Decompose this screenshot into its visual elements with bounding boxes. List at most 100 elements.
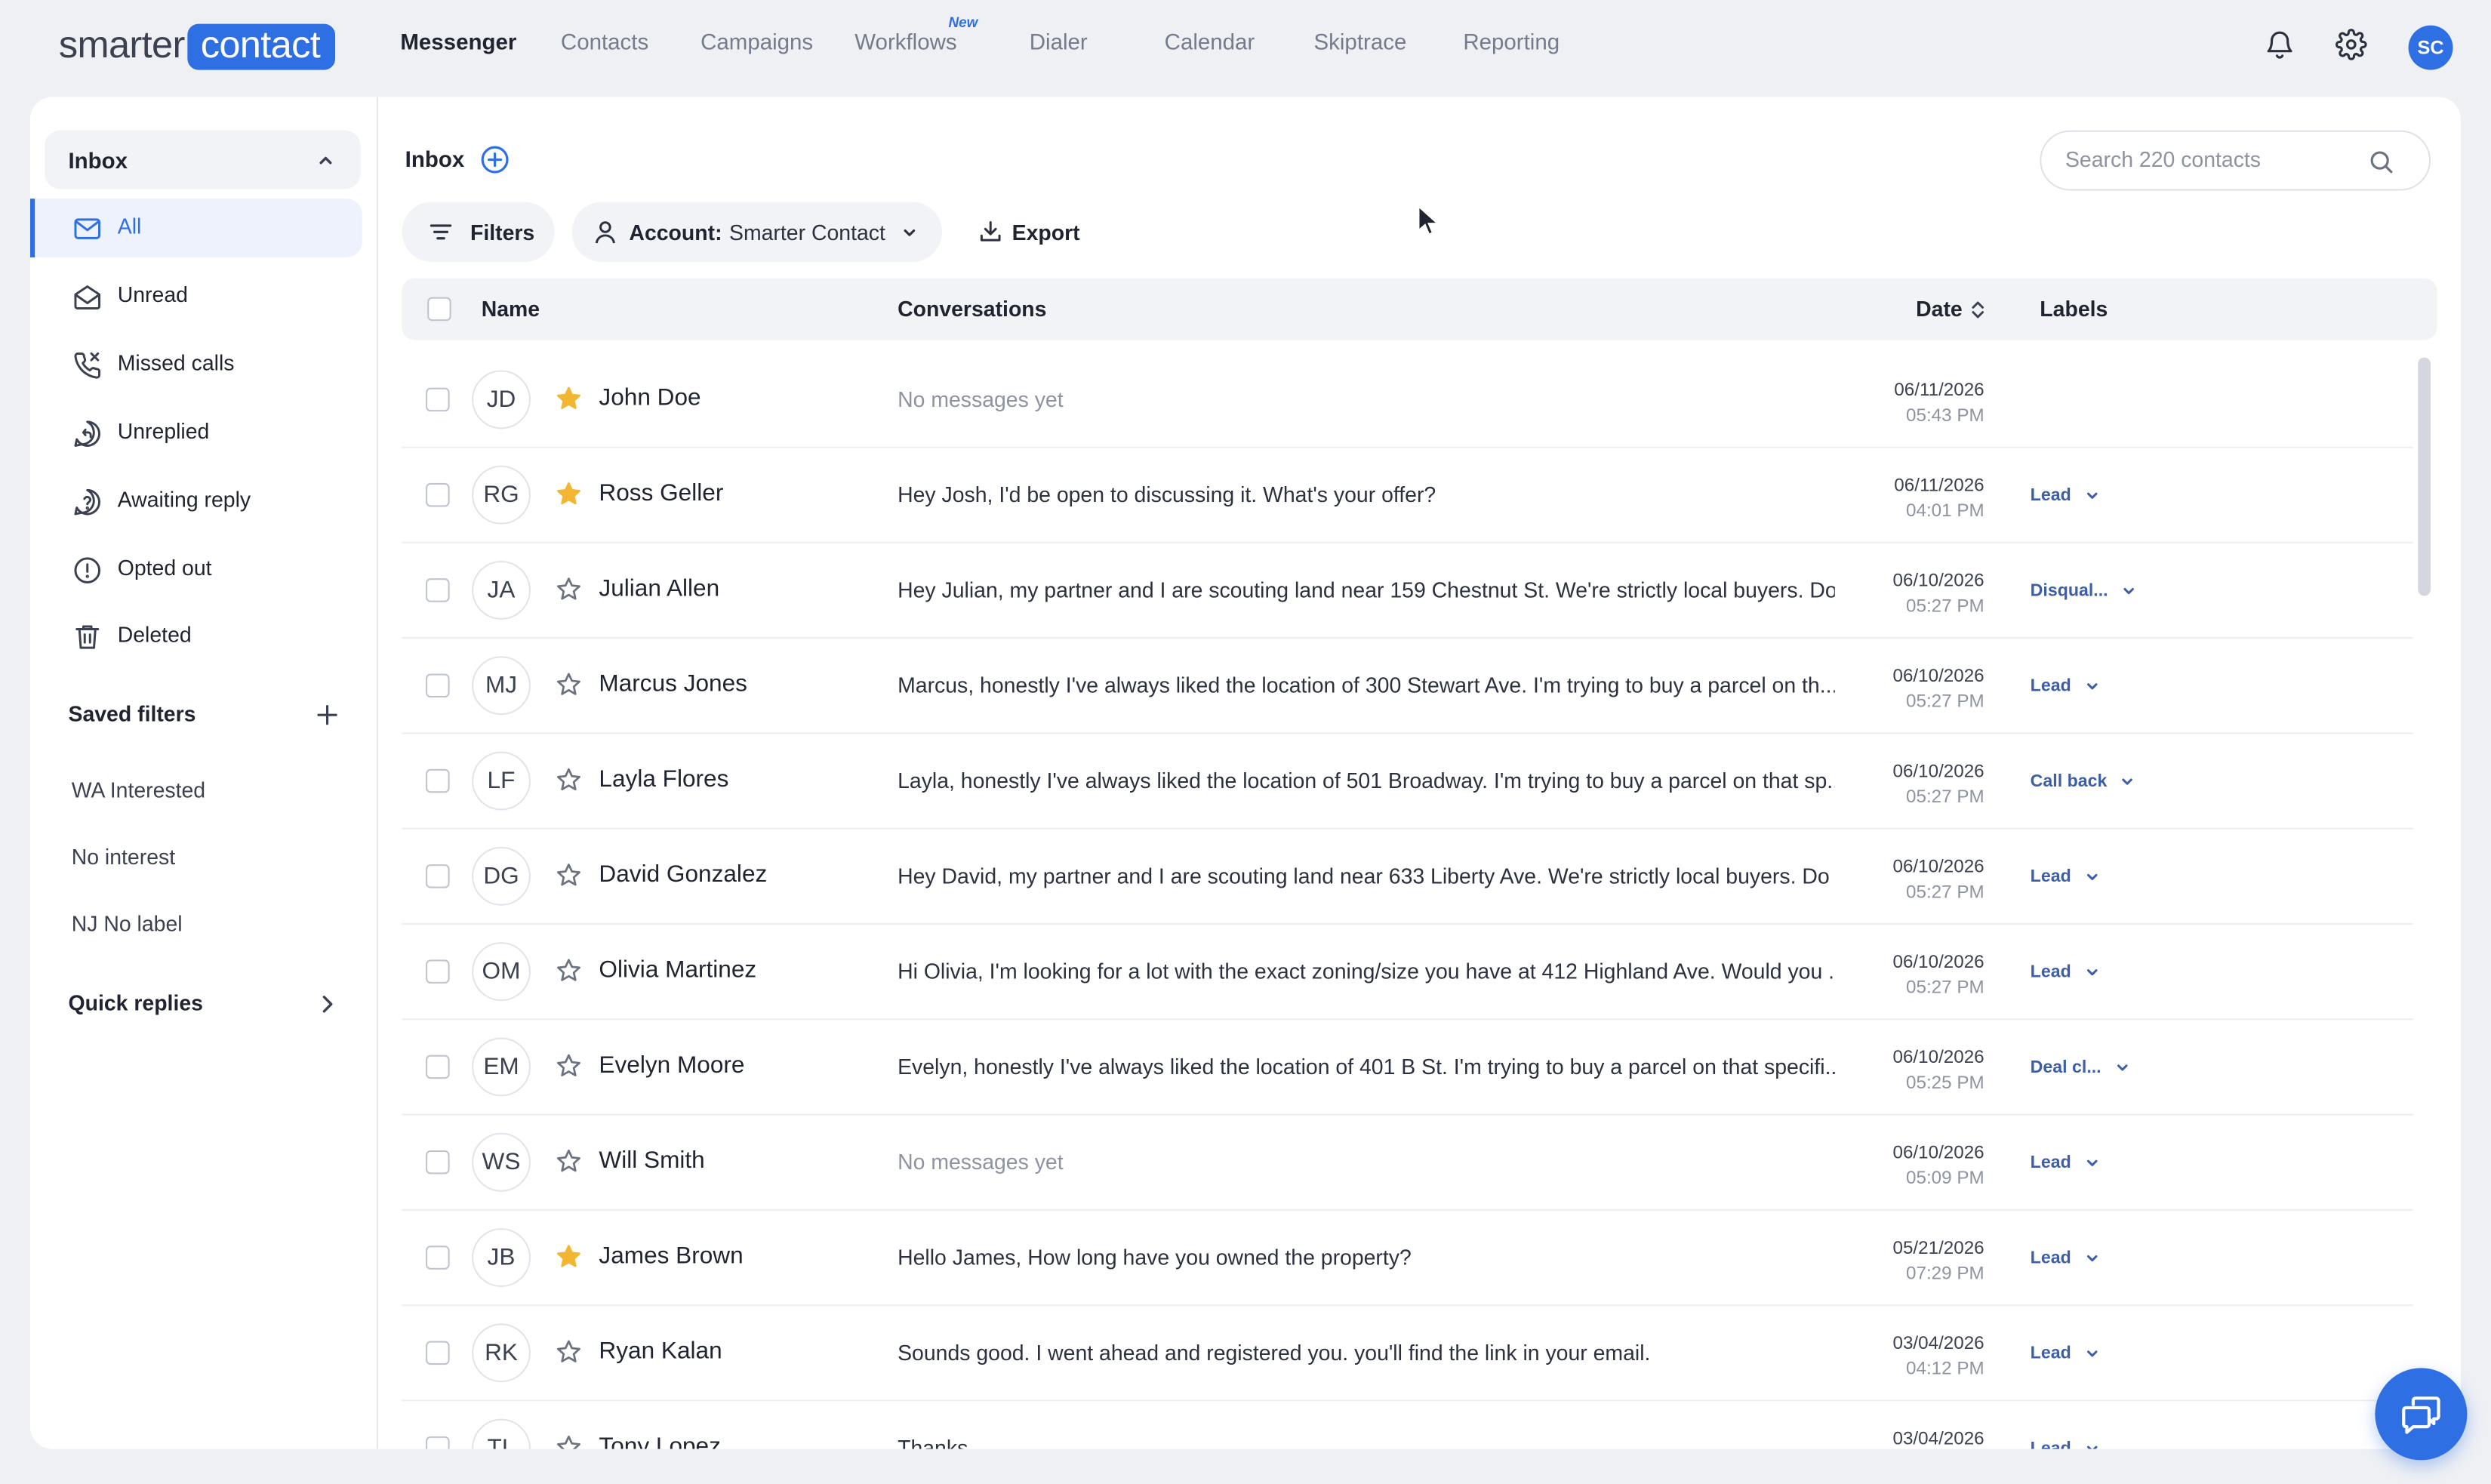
nav-dialer[interactable]: Dialer	[1030, 29, 1088, 54]
table-row[interactable]: MJ Marcus Jones Marcus, honestly I've alwa…	[402, 639, 2413, 734]
star-icon[interactable]	[556, 863, 582, 888]
row-checkbox[interactable]	[426, 1055, 450, 1079]
row-checkbox[interactable]	[426, 387, 450, 412]
label-dropdown[interactable]: Disqual...	[2018, 575, 2149, 607]
column-header-date[interactable]: Date	[1916, 297, 1963, 322]
nav-skiptrace[interactable]: Skiptrace	[1314, 29, 1407, 54]
star-icon[interactable]	[556, 958, 582, 984]
label-dropdown[interactable]: Lead	[2018, 1433, 2113, 1449]
select-all-checkbox[interactable]	[427, 297, 451, 322]
star-icon[interactable]	[556, 1339, 582, 1365]
table-row[interactable]: DG David Gonzalez Hey David, my partner an…	[402, 830, 2413, 925]
label-dropdown[interactable]: Call back	[2018, 766, 2148, 798]
gear-icon[interactable]	[2332, 26, 2371, 64]
table-row[interactable]: JD John Doe No messages yet 06/11/2026 05:43…	[402, 353, 2413, 448]
star-icon[interactable]	[556, 482, 582, 507]
row-checkbox[interactable]	[426, 1245, 450, 1270]
contact-avatar[interactable]: WS	[472, 1132, 531, 1192]
contact-name[interactable]: David Gonzalez	[599, 861, 767, 888]
sidebar-item-all[interactable]: All	[29, 199, 362, 257]
sidebar-item-unreplied[interactable]: Unreplied	[30, 404, 362, 463]
contact-name[interactable]: Layla Flores	[599, 766, 728, 793]
nav-messenger[interactable]: Messenger	[400, 29, 516, 54]
table-row[interactable]: JB James Brown Hello James, How long have …	[402, 1211, 2413, 1307]
nav-calendar[interactable]: Calendar	[1165, 29, 1255, 54]
sidebar-item-deleted[interactable]: Deleted	[30, 607, 362, 666]
conversation-preview[interactable]: Hey Josh, I'd be open to discussing it. …	[898, 483, 1835, 507]
star-icon[interactable]	[556, 672, 582, 697]
row-checkbox[interactable]	[426, 768, 450, 793]
conversation-preview[interactable]: Hey Julian, my partner and I are scoutin…	[898, 578, 1835, 602]
label-dropdown[interactable]: Lead	[2018, 1242, 2113, 1274]
star-icon[interactable]	[556, 1244, 582, 1270]
label-dropdown[interactable]: Lead	[2018, 670, 2113, 702]
filters-button[interactable]: Filters	[402, 202, 555, 263]
row-checkbox[interactable]	[426, 673, 450, 698]
conversation-preview[interactable]: Thanks	[898, 1436, 1835, 1449]
saved-filter-item[interactable]: No interest	[72, 845, 175, 870]
table-row[interactable]: EM Evelyn Moore Evelyn, honestly I've alwa…	[402, 1020, 2413, 1116]
table-row[interactable]: OM Olivia Martinez Hi Olivia, I'm looking …	[402, 925, 2413, 1021]
conversation-preview[interactable]: Hey David, my partner and I are scouting…	[898, 864, 1835, 888]
search-icon[interactable]	[2369, 149, 2394, 175]
table-row[interactable]: LF Layla Flores Layla, honestly I've alway…	[402, 734, 2413, 830]
bell-icon[interactable]	[2261, 26, 2299, 64]
conversation-preview[interactable]: Evelyn, honestly I've always liked the l…	[898, 1055, 1835, 1079]
search-input[interactable]	[2065, 147, 2367, 172]
row-checkbox[interactable]	[426, 1150, 450, 1175]
conversation-preview[interactable]: No messages yet	[898, 1150, 1835, 1175]
contact-name[interactable]: Tony Lopez	[599, 1433, 720, 1449]
table-row[interactable]: TL Tony Lopez Thanks 03/04/2026 Lead	[402, 1402, 2412, 1449]
contact-avatar[interactable]: RG	[472, 465, 531, 525]
add-circle-icon[interactable]	[480, 145, 510, 175]
contact-avatar[interactable]: RK	[472, 1323, 531, 1383]
nav-contacts[interactable]: Contacts	[561, 29, 648, 54]
nav-workflows[interactable]: Workflows	[854, 29, 956, 54]
nav-campaigns[interactable]: Campaigns	[700, 29, 813, 54]
table-row[interactable]: JA Julian Allen Hey Julian, my partner and…	[402, 543, 2413, 639]
conversation-preview[interactable]: Marcus, honestly I've always liked the l…	[898, 673, 1835, 697]
add-saved-filter-icon[interactable]	[316, 704, 338, 725]
label-dropdown[interactable]: Lead	[2018, 861, 2113, 893]
support-chat-button[interactable]	[2375, 1368, 2468, 1461]
sidebar-item-missed-calls[interactable]: Missed calls	[30, 335, 362, 394]
sidebar-item-opted-out[interactable]: Opted out	[30, 540, 362, 599]
contact-name[interactable]: Will Smith	[599, 1147, 704, 1175]
conversation-preview[interactable]: Layla, honestly I've always liked the lo…	[898, 769, 1835, 793]
quick-replies-title[interactable]: Quick replies	[68, 991, 202, 1015]
star-icon[interactable]	[556, 768, 582, 793]
label-dropdown[interactable]: Lead	[2018, 480, 2113, 512]
star-icon[interactable]	[556, 577, 582, 602]
row-checkbox[interactable]	[426, 482, 450, 507]
export-button[interactable]: Export	[978, 202, 1089, 262]
brand-logo[interactable]: smarter contact	[59, 23, 335, 69]
table-row[interactable]: WS Will Smith No messages yet 06/10/2026 05:…	[402, 1116, 2413, 1211]
scrollbar[interactable]	[2418, 357, 2431, 596]
label-dropdown[interactable]: Lead	[2018, 1147, 2113, 1179]
label-dropdown[interactable]: Lead	[2018, 956, 2113, 988]
row-checkbox[interactable]	[426, 959, 450, 984]
contact-name[interactable]: Julian Allen	[599, 575, 719, 602]
table-row[interactable]: RK Ryan Kalan Sounds good. I went ahead an…	[402, 1306, 2413, 1402]
star-icon[interactable]	[556, 1149, 582, 1175]
account-dropdown[interactable]: Account: Smarter Contact	[571, 202, 943, 263]
sidebar-item-unread[interactable]: Unread	[30, 267, 362, 326]
contact-name[interactable]: Marcus Jones	[599, 670, 747, 697]
contact-avatar[interactable]: OM	[472, 942, 531, 1002]
contact-avatar[interactable]: LF	[472, 751, 531, 811]
contact-name[interactable]: Olivia Martinez	[599, 956, 756, 984]
inbox-section-toggle[interactable]: Inbox	[44, 130, 361, 189]
conversation-preview[interactable]: Hello James, How long have you owned the…	[898, 1245, 1835, 1270]
saved-filter-item[interactable]: WA Interested	[72, 778, 205, 802]
contact-avatar[interactable]: JD	[472, 370, 531, 429]
contact-avatar[interactable]: MJ	[472, 656, 531, 716]
conversation-preview[interactable]: Hi Olivia, I'm looking for a lot with th…	[898, 959, 1835, 984]
contact-name[interactable]: John Doe	[599, 384, 700, 411]
table-row[interactable]: RG Ross Geller Hey Josh, I'd be open to di…	[402, 448, 2413, 543]
label-dropdown[interactable]: Deal cl...	[2018, 1051, 2143, 1083]
row-checkbox[interactable]	[426, 1436, 450, 1449]
conversation-preview[interactable]: No messages yet	[898, 388, 1835, 412]
nav-reporting[interactable]: Reporting	[1463, 29, 1560, 54]
chevron-right-icon[interactable]	[316, 993, 338, 1015]
conversation-preview[interactable]: Sounds good. I went ahead and registered…	[898, 1341, 1835, 1365]
